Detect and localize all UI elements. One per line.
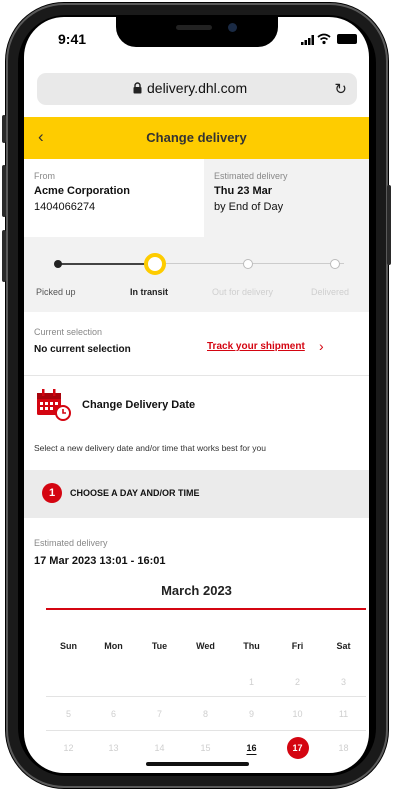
change-delivery-date-card[interactable]: Change Delivery Date Select a new delive…	[24, 375, 369, 470]
weekday-header-row: Sun Mon Tue Wed Thu Fri Sat	[46, 629, 366, 663]
weekday-label: Thu	[243, 641, 260, 651]
cellular-signal-icon	[301, 35, 314, 45]
step-label-picked-up: Picked up	[36, 287, 76, 297]
step-number-badge: 1	[42, 483, 62, 503]
weekday-label: Wed	[196, 641, 215, 651]
step-dot-out-for-delivery	[243, 259, 253, 269]
calendar-day: 5	[65, 709, 71, 719]
change-delivery-date-description: Select a new delivery date and/or time t…	[34, 443, 266, 453]
calendar-day: 1	[248, 677, 254, 687]
calendar-day: 6	[110, 709, 116, 719]
chevron-right-icon[interactable]: ›	[319, 338, 324, 354]
step-dot-delivered	[330, 259, 340, 269]
calendar-day: 18	[338, 743, 349, 753]
estimated-delivery-time: by End of Day	[214, 201, 284, 213]
mute-switch	[2, 115, 6, 143]
calendar-month-title: March 2023	[161, 583, 232, 598]
step-dot-in-transit	[144, 253, 166, 275]
change-delivery-date-title: Change Delivery Date	[82, 399, 196, 411]
device-frame: 9:41 delivery.dhl.com ↻ ‹ Change deliver…	[0, 0, 393, 791]
current-selection-value: No current selection	[34, 344, 131, 355]
estimated-delivery-label: Estimated delivery	[214, 171, 288, 181]
notch	[116, 17, 278, 47]
calendar-day: 3	[340, 677, 346, 687]
lock-icon	[133, 82, 142, 94]
calendar-day: 2	[294, 677, 300, 687]
current-selection: Current selection No current selection T…	[24, 312, 369, 374]
tracking-number: 1404066274	[34, 201, 96, 213]
url-text[interactable]: delivery.dhl.com	[147, 80, 247, 96]
estimated-window-value: 17 Mar 2023 13:01 - 16:01	[34, 555, 166, 567]
weekday-label: Fri	[291, 641, 304, 651]
calendar-clock-icon	[37, 389, 71, 421]
screen: 9:41 delivery.dhl.com ↻ ‹ Change deliver…	[24, 17, 369, 773]
page-header: ‹ Change delivery	[24, 117, 369, 159]
step-label-out-for-delivery: Out for delivery	[212, 287, 274, 297]
weekday-label: Mon	[104, 641, 123, 651]
calendar-day-selected[interactable]: 17	[275, 731, 320, 765]
calendar-day: 10	[292, 709, 303, 719]
status-time: 9:41	[58, 31, 87, 47]
step-one-header: 1 CHOOSE A DAY AND/OR TIME	[24, 470, 369, 518]
step-dot-picked-up	[54, 260, 62, 268]
from-label: From	[34, 171, 55, 181]
calendar-day: 12	[63, 743, 74, 753]
shipment-progress: Picked up In transit Out for delivery De…	[24, 237, 369, 312]
volume-up-button	[2, 165, 6, 217]
selected-day-badge[interactable]: 17	[286, 737, 309, 759]
step-label-in-transit: In transit	[130, 287, 169, 297]
estimated-delivery-panel: Estimated delivery Thu 23 Mar by End of …	[204, 159, 369, 237]
sender-panel: From Acme Corporation 1404066274	[24, 159, 204, 237]
estimated-window-label: Estimated delivery	[34, 538, 108, 548]
calendar-week-row: 12 13 14 15 16 17 18	[46, 731, 366, 765]
calendar-week-row: 5 6 7 8 9 10 11	[46, 697, 366, 731]
month-divider	[46, 608, 366, 610]
progress-line-pending	[164, 263, 344, 264]
address-bar[interactable]: delivery.dhl.com ↻	[37, 73, 357, 105]
page-title: Change delivery	[146, 130, 247, 145]
calendar-week-row: 1 2 3	[46, 663, 366, 697]
estimated-delivery-window: Estimated delivery 17 Mar 2023 13:01 - 1…	[24, 518, 369, 578]
calendar-day: 8	[202, 709, 208, 719]
weekday-label: Tue	[151, 641, 168, 651]
weekday-label: Sat	[336, 641, 351, 651]
track-shipment-link[interactable]: Track your shipment	[207, 341, 305, 352]
current-selection-label: Current selection	[34, 327, 103, 337]
progress-line-complete	[57, 263, 155, 265]
reload-icon[interactable]: ↻	[334, 80, 347, 98]
shipment-info: From Acme Corporation 1404066274 Estimat…	[24, 159, 369, 237]
calendar-grid: Sun Mon Tue Wed Thu Fri Sat 1 2 3 5 6 7 …	[46, 629, 366, 765]
step-one-label: CHOOSE A DAY AND/OR TIME	[70, 488, 200, 498]
power-button	[387, 185, 391, 265]
calendar-day: 15	[200, 743, 211, 753]
estimated-delivery-date: Thu 23 Mar	[214, 185, 273, 197]
home-indicator[interactable]	[146, 762, 249, 766]
step-label-delivered: Delivered	[311, 287, 350, 297]
volume-down-button	[2, 230, 6, 282]
weekday-label: Sun	[60, 641, 77, 651]
calendar-day: 11	[338, 709, 349, 719]
wifi-icon	[317, 33, 331, 45]
calendar-day: 14	[154, 743, 165, 753]
battery-icon	[337, 34, 357, 44]
sender-name: Acme Corporation	[34, 185, 130, 197]
calendar-day: 13	[108, 743, 119, 753]
calendar-day: 9	[248, 709, 254, 719]
calendar-day: 7	[156, 709, 162, 719]
calendar-day-today[interactable]: 16	[229, 731, 274, 765]
